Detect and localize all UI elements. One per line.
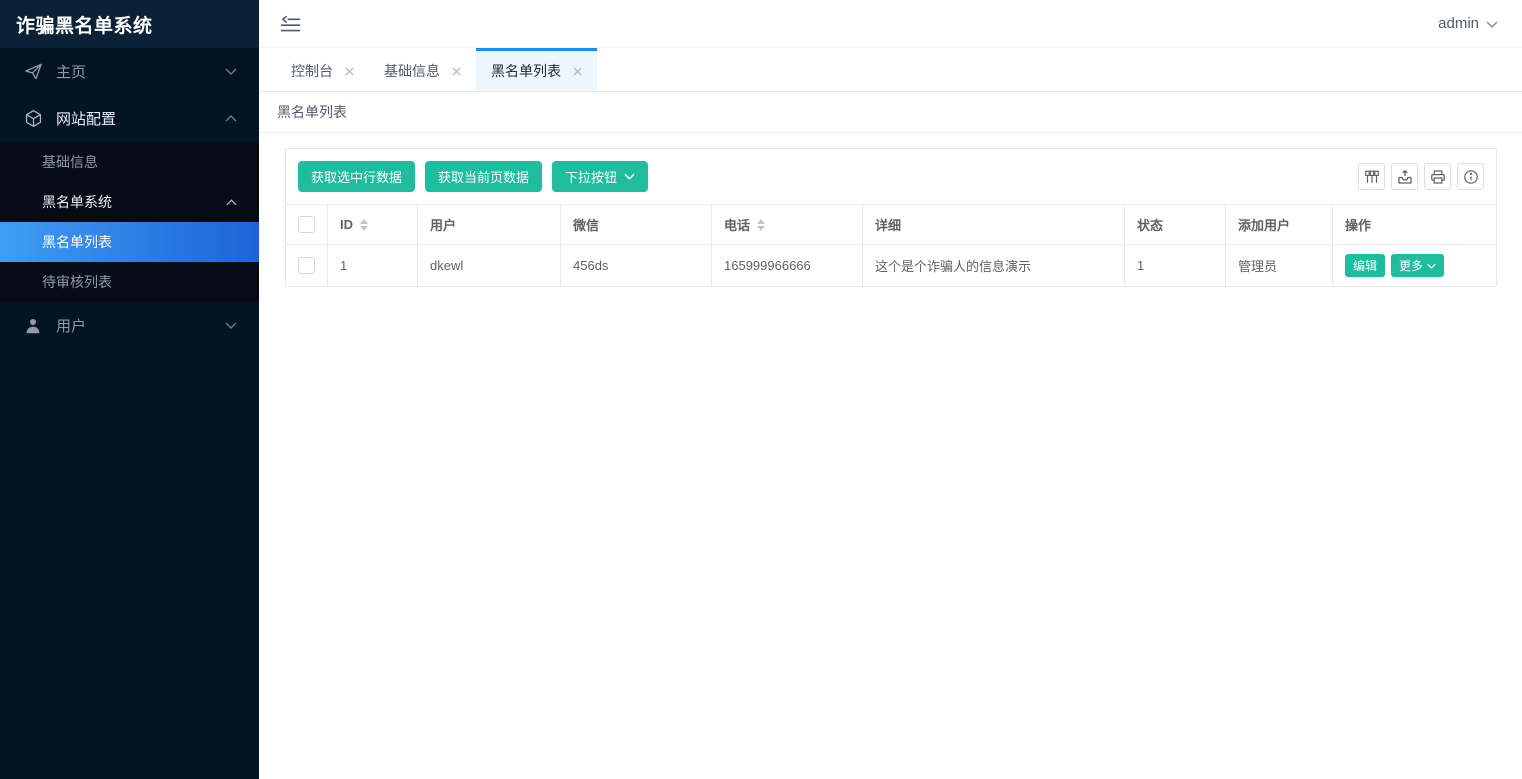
sidebar-submenu-site-config: 基础信息 黑名单系统 黑名单列表 待审核列表 — [0, 142, 259, 302]
cell-added-by: 管理员 — [1226, 245, 1333, 286]
select-all-checkbox[interactable] — [298, 216, 315, 233]
button-label: 下拉按钮 — [565, 167, 617, 186]
cell-id: 1 — [328, 245, 418, 286]
app-title: 诈骗黑名单系统 — [0, 0, 259, 48]
header-label: 用户 — [430, 215, 456, 234]
user-icon — [24, 316, 43, 335]
header-id[interactable]: ID — [328, 205, 418, 245]
edit-button[interactable]: 编辑 — [1345, 254, 1385, 277]
tab-label: 黑名单列表 — [491, 61, 561, 81]
header-label: ID — [340, 217, 353, 232]
blacklist-table: ID 用户 微信 电话 详细 — [286, 204, 1496, 286]
dropdown-button[interactable]: 下拉按钮 — [552, 161, 648, 192]
close-icon[interactable] — [345, 67, 354, 76]
cell-actions: 编辑 更多 — [1333, 245, 1496, 286]
cube-icon — [24, 109, 43, 128]
get-selected-rows-button[interactable]: 获取选中行数据 — [298, 161, 415, 192]
select-all-cell — [286, 205, 328, 245]
button-label: 更多 — [1399, 257, 1423, 274]
header-added-by: 添加用户 — [1226, 205, 1333, 245]
header-detail: 详细 — [863, 205, 1125, 245]
sidebar-item-pending-review[interactable]: 待审核列表 — [0, 262, 259, 302]
chevron-down-icon — [225, 68, 237, 75]
column-settings-icon[interactable] — [1358, 163, 1385, 190]
main-area: admin 控制台 基础信息 黑名单列表 黑名单列表 — [259, 0, 1522, 779]
tab-basic-info[interactable]: 基础信息 — [369, 48, 476, 91]
menu-fold-icon[interactable] — [280, 15, 301, 33]
print-icon[interactable] — [1424, 163, 1451, 190]
sidebar-item-label: 用户 — [56, 315, 86, 336]
chevron-down-icon — [624, 173, 635, 180]
paper-plane-icon — [24, 62, 43, 81]
get-current-page-button[interactable]: 获取当前页数据 — [425, 161, 542, 192]
cell-detail: 这个是个诈骗人的信息演示 — [863, 245, 1125, 286]
user-dropdown[interactable]: admin — [1438, 15, 1498, 32]
chevron-up-icon — [225, 115, 237, 122]
more-button[interactable]: 更多 — [1391, 254, 1444, 277]
tab-console[interactable]: 控制台 — [276, 48, 369, 91]
tab-label: 基础信息 — [384, 61, 440, 81]
table-header-row: ID 用户 微信 电话 详细 — [286, 205, 1496, 245]
username: admin — [1438, 15, 1479, 32]
table-row: 1 dkewl 456ds 165999966666 这个是个诈骗人的信息演示 … — [286, 245, 1496, 286]
sort-icon[interactable] — [757, 219, 765, 231]
header-user: 用户 — [418, 205, 561, 245]
top-header: admin — [259, 0, 1522, 48]
row-select-cell — [286, 245, 328, 286]
sidebar-item-label: 主页 — [56, 61, 86, 82]
chevron-down-icon — [1486, 15, 1498, 32]
header-label: 状态 — [1137, 215, 1163, 234]
breadcrumb: 黑名单列表 — [259, 92, 1522, 133]
toolbar-icon-buttons — [1358, 163, 1484, 190]
sidebar-item-user[interactable]: 用户 — [0, 302, 259, 349]
header-wechat: 微信 — [561, 205, 712, 245]
info-icon[interactable] — [1457, 163, 1484, 190]
header-actions: 操作 — [1333, 205, 1496, 245]
button-label: 获取选中行数据 — [311, 167, 402, 186]
cell-phone: 165999966666 — [712, 245, 863, 286]
sidebar-item-blacklist-system[interactable]: 黑名单系统 — [0, 182, 259, 222]
header-label: 操作 — [1345, 215, 1371, 234]
table-toolbar: 获取选中行数据 获取当前页数据 下拉按钮 — [286, 149, 1496, 204]
tab-blacklist-list[interactable]: 黑名单列表 — [476, 48, 597, 91]
header-label: 电话 — [724, 215, 750, 234]
close-icon[interactable] — [573, 67, 582, 76]
sidebar-item-label: 网站配置 — [56, 108, 116, 129]
button-label: 编辑 — [1353, 257, 1377, 274]
sidebar-item-home[interactable]: 主页 — [0, 48, 259, 95]
sidebar-item-label: 待审核列表 — [42, 272, 112, 292]
export-icon[interactable] — [1391, 163, 1418, 190]
row-checkbox[interactable] — [298, 257, 315, 274]
toolbar-buttons: 获取选中行数据 获取当前页数据 下拉按钮 — [298, 161, 648, 192]
sidebar-item-site-config[interactable]: 网站配置 — [0, 95, 259, 142]
sidebar-item-blacklist-list[interactable]: 黑名单列表 — [0, 222, 259, 262]
close-icon[interactable] — [452, 67, 461, 76]
content: 获取选中行数据 获取当前页数据 下拉按钮 — [259, 133, 1522, 779]
chevron-down-icon — [225, 322, 237, 329]
header-label: 添加用户 — [1238, 215, 1290, 234]
header-status: 状态 — [1125, 205, 1226, 245]
sort-icon[interactable] — [360, 219, 368, 231]
chevron-down-icon — [1427, 263, 1436, 269]
sidebar: 诈骗黑名单系统 主页 网站配置 基础信息 黑名单系统 — [0, 0, 259, 779]
cell-user: dkewl — [418, 245, 561, 286]
sidebar-item-label: 基础信息 — [42, 152, 98, 172]
cell-status: 1 — [1125, 245, 1226, 286]
sidebar-item-label: 黑名单系统 — [42, 192, 112, 212]
chevron-up-icon — [226, 199, 237, 206]
sidebar-item-label: 黑名单列表 — [42, 232, 112, 252]
header-label: 微信 — [573, 215, 599, 234]
button-label: 获取当前页数据 — [438, 167, 529, 186]
table-card: 获取选中行数据 获取当前页数据 下拉按钮 — [285, 148, 1497, 287]
tabs-bar: 控制台 基础信息 黑名单列表 — [259, 48, 1522, 92]
header-label: 详细 — [875, 215, 901, 234]
page-title: 黑名单列表 — [277, 102, 347, 122]
cell-wechat: 456ds — [561, 245, 712, 286]
header-phone[interactable]: 电话 — [712, 205, 863, 245]
tab-label: 控制台 — [291, 61, 333, 81]
sidebar-item-basic-info[interactable]: 基础信息 — [0, 142, 259, 182]
